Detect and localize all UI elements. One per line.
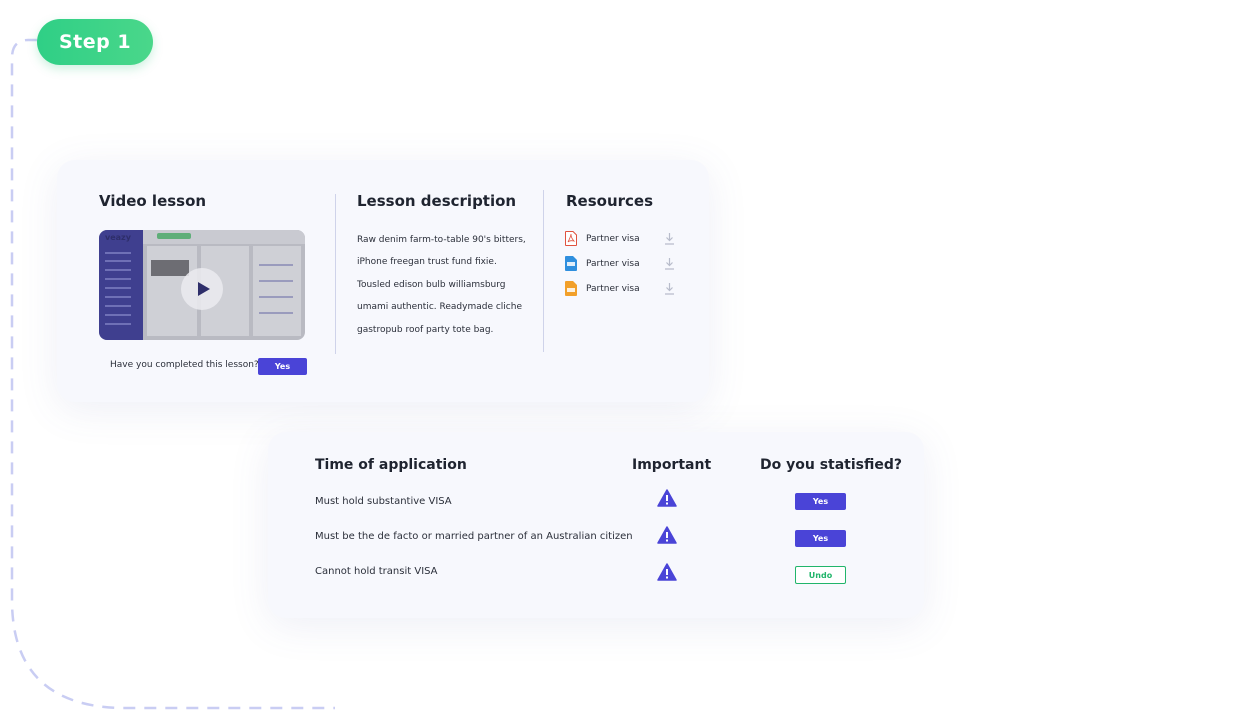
download-icon[interactable] [664,282,675,295]
thumbnail-line [105,278,131,280]
warning-icon [657,526,677,544]
resources-title: Resources [566,192,654,210]
thumbnail-line [105,252,131,254]
requirement-text: Cannot hold transit VISA [315,566,438,577]
time-of-application-header: Time of application [315,457,467,473]
requirement-text: Must be the de facto or married partner … [315,531,633,542]
satisfied-yes-button[interactable]: Yes [795,493,846,510]
zip-file-icon [565,281,577,296]
completion-question: Have you completed this lesson? [110,360,259,370]
description-line: gastropub roof party tote bag. [357,324,494,335]
requirements-card: Time of application Important Do you sta… [268,432,924,618]
thumbnail-line [105,314,131,316]
play-icon[interactable] [181,268,223,310]
requirement-text: Must hold substantive VISA [315,496,452,507]
thumbnail-line [105,296,131,298]
video-thumbnail-tag [157,233,191,239]
description-line: Raw denim farm-to-table 90's bitters, [357,235,526,245]
thumbnail-line [259,312,293,314]
video-thumbnail-sidebar [99,230,143,340]
description-line: Tousled edison bulb williamsburg [357,279,506,290]
thumbnail-line [259,296,293,298]
download-icon[interactable] [664,257,675,270]
lesson-description-text: Raw denim farm-to-table 90's bitters, iP… [357,229,527,341]
thumbnail-line [105,269,131,271]
warning-icon [657,489,677,507]
important-header: Important [632,457,712,473]
thumbnail-line [105,305,131,307]
resource-name: Partner visa [586,284,640,294]
thumbnail-line [105,323,131,325]
resource-name: Partner visa [586,234,640,244]
satisfied-yes-button[interactable]: Yes [795,530,846,547]
step-badge: Step 1 [37,19,153,65]
video-thumbnail-image [151,260,189,276]
satisfied-header: Do you statisfied? [760,457,903,473]
lesson-description-title: Lesson description [357,192,517,210]
pdf-file-icon [565,231,577,246]
thumbnail-line [105,287,131,289]
video-thumbnail-logo: veazy [105,233,131,242]
resource-item[interactable]: Partner visa [565,231,685,249]
video-thumbnail-panel [253,246,301,336]
description-line: iPhone freegan trust fund fixie. [357,257,497,268]
thumbnail-line [105,260,131,262]
resource-item[interactable]: Partner visa [565,256,685,274]
doc-file-icon [565,256,577,271]
video-player[interactable]: veazy [99,230,305,340]
lesson-card: Video lesson veazy Have you completed th… [57,160,709,402]
thumbnail-line [259,280,293,282]
resource-name: Partner visa [586,259,640,269]
lesson-complete-yes-button[interactable]: Yes [258,358,307,375]
warning-icon [657,563,677,581]
download-icon[interactable] [664,232,675,245]
column-divider [543,190,544,352]
undo-button[interactable]: Undo [795,566,846,584]
thumbnail-line [259,264,293,266]
video-lesson-title: Video lesson [99,192,207,210]
column-divider [335,194,336,354]
resource-item[interactable]: Partner visa [565,281,685,299]
description-line: umami authentic. Readymade cliche [357,302,522,313]
